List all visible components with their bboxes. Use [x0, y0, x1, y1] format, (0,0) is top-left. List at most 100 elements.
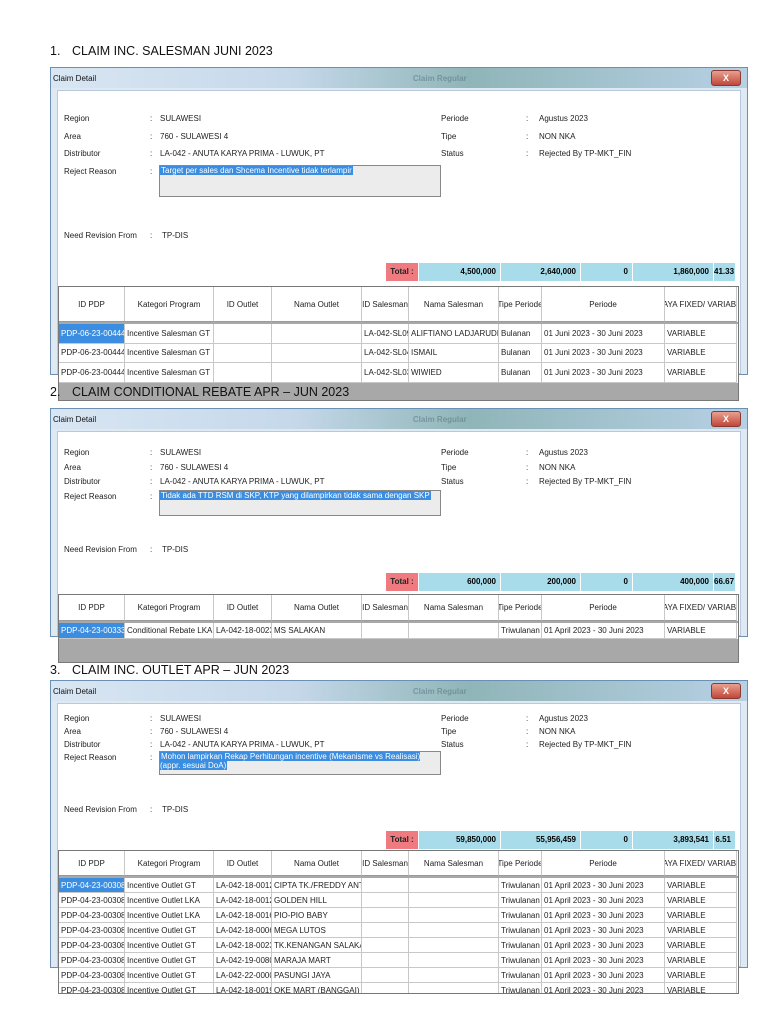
reject-reason-textarea[interactable]: Target per sales dan Shcema Incentive ti… — [159, 164, 441, 197]
column-header[interactable]: Periode — [542, 851, 665, 876]
total-value: 59,850,000 — [419, 831, 501, 849]
field-value: Rejected By TP-MKT_FIN — [539, 740, 632, 749]
section-heading: 3. CLAIM INC. OUTLET APR – JUN 2023 — [50, 663, 289, 677]
table-cell: Bulanan — [499, 363, 542, 383]
close-button[interactable]: X — [711, 683, 741, 699]
column-header[interactable]: Tipe Periode — [499, 851, 542, 876]
background-window-title: Claim Regular — [412, 74, 467, 83]
section-heading: 1. CLAIM INC. SALESMAN JUNI 2023 — [50, 44, 273, 58]
column-header[interactable]: ID Salesman — [362, 595, 409, 621]
table-row[interactable]: PDP-04-23-0030857Incentive Outlet GTLA-0… — [59, 953, 738, 968]
close-button[interactable]: X — [711, 411, 741, 427]
claim-detail-window: Claim Detail Claim Regular X Region: SULAWES… — [50, 408, 748, 663]
section-title: CLAIM INC. OUTLET APR – JUN 2023 — [72, 663, 290, 677]
table-cell: Incentive Outlet LKA — [125, 893, 214, 908]
table-cell — [362, 623, 409, 639]
colon: : — [526, 462, 529, 472]
table-row[interactable]: PDP-06-23-0044404Incentive Salesman GT LA… — [59, 343, 738, 363]
table-cell: 01 April 2023 - 30 Juni 2023 — [542, 623, 665, 639]
reject-reason-text: Target per sales dan Shcema Incentive ti… — [160, 165, 353, 175]
column-header[interactable]: ID Salesman — [362, 287, 409, 322]
table-row[interactable]: PDP-04-23-0033363Conditional Rebate LKAL… — [59, 623, 738, 639]
table-row[interactable]: PDP-06-23-0044402Incentive Salesman GT LA… — [59, 324, 738, 344]
total-value: 55,956,459 — [501, 831, 581, 849]
table-cell: Bulanan — [499, 343, 542, 363]
window-titlebar: Claim Detail Claim Regular X — [51, 681, 747, 701]
column-header[interactable]: ID Outlet — [214, 287, 272, 322]
reject-reason-textarea[interactable]: Tidak ada TTD RSM di SKP, KTP yang dilam… — [159, 489, 441, 516]
reject-reason-textarea[interactable]: Mohon lampirkan Rekap Perhitungan incent… — [159, 751, 441, 775]
column-header[interactable]: Tipe Periode — [499, 595, 542, 621]
table-cell: Triwulanan — [499, 878, 542, 893]
table-cell: PDP-06-23-0044404 — [59, 343, 125, 363]
column-header[interactable]: ID PDP — [59, 287, 125, 322]
table-row[interactable]: PDP-04-23-0030853Incentive Outlet LKALA-… — [59, 908, 738, 923]
total-value: 66.67 % — [714, 573, 736, 604]
column-header[interactable]: Tipe Periode — [499, 287, 542, 322]
table-cell: 01 April 2023 - 30 Juni 2023 — [542, 893, 665, 908]
total-value: 0 — [581, 263, 633, 281]
column-header[interactable]: Kategori Program — [125, 287, 214, 322]
need-revision-label: Need Revision From — [64, 805, 137, 814]
column-header[interactable]: Nama Outlet — [272, 287, 362, 322]
column-header[interactable]: Nama Salesman — [409, 595, 499, 621]
column-header[interactable]: BIAYA FIXED/ VARIABLE — [665, 287, 737, 322]
table-row[interactable]: PDP-04-23-0030849Incentive Outlet GTLA-0… — [59, 878, 738, 893]
reject-reason-text: Tidak ada TTD RSM di SKP, KTP yang dilam… — [160, 490, 431, 500]
table-cell: Incentive Salesman GT — [125, 363, 214, 383]
colon: : — [150, 727, 153, 736]
table-cell: 01 April 2023 - 30 Juni 2023 — [542, 908, 665, 923]
table-cell: VARIABLE — [665, 938, 737, 953]
column-header[interactable]: Nama Salesman — [409, 851, 499, 876]
table-row[interactable]: PDP-04-23-0030852Incentive Outlet LKALA-… — [59, 893, 738, 908]
claim-table: ID PDP Kategori Program ID Outlet Nama Outl… — [58, 594, 739, 663]
table-row[interactable]: PDP-04-23-0030854Incentive Outlet GTLA-0… — [59, 923, 738, 938]
table-cell: Incentive Outlet GT — [125, 923, 214, 938]
table-row[interactable]: PDP-04-23-0030858Incentive Outlet GTLA-0… — [59, 968, 738, 983]
table-row[interactable]: PDP-04-23-0030855Incentive Outlet GTLA-0… — [59, 938, 738, 953]
close-button[interactable]: X — [711, 70, 741, 86]
total-value: 41.33 % — [714, 263, 736, 294]
column-header[interactable]: BIAYA FIXED/ VARIABLE — [665, 595, 737, 621]
column-header[interactable]: ID PDP — [59, 595, 125, 621]
column-header[interactable]: ID Outlet — [214, 851, 272, 876]
table-cell: Incentive Salesman GT — [125, 343, 214, 363]
table-row[interactable]: PDP-04-23-0030860Incentive Outlet GTLA-0… — [59, 983, 738, 993]
document-page: 1. CLAIM INC. SALESMAN JUNI 2023 Claim Det… — [0, 0, 768, 1024]
table-cell: ISMAIL — [409, 343, 499, 363]
column-header[interactable]: ID Outlet — [214, 595, 272, 621]
field-label: Distributor — [64, 477, 101, 486]
column-header[interactable]: Nama Salesman — [409, 287, 499, 322]
table-cell: LA-042-18-00068 — [214, 923, 272, 938]
table-cell — [362, 968, 409, 983]
table-row[interactable]: PDP-06-23-0044405Incentive Salesman GT LA… — [59, 363, 738, 383]
table-cell — [409, 953, 499, 968]
table-cell — [409, 908, 499, 923]
column-header[interactable]: ID PDP — [59, 851, 125, 876]
column-header[interactable]: Nama Outlet — [272, 851, 362, 876]
table-cell: LA-042-18-00233 — [214, 623, 272, 639]
total-value: 1,860,000 — [633, 263, 714, 281]
section-number: 1. — [50, 44, 61, 58]
column-header[interactable]: ID Salesman — [362, 851, 409, 876]
column-header[interactable]: Periode — [542, 595, 665, 621]
table-cell: LA-042-18-00120 — [214, 893, 272, 908]
total-value: 3,893,541 — [633, 831, 714, 849]
column-header[interactable]: Kategori Program — [125, 595, 214, 621]
field-value: 760 - SULAWESI 4 — [160, 727, 229, 736]
colon: : — [150, 491, 153, 501]
table-cell: Incentive Outlet GT — [125, 938, 214, 953]
table-cell: PASUNGI JAYA — [272, 968, 362, 983]
table-cell: PDP-04-23-0030860 — [59, 983, 125, 993]
table-cell: PDP-04-23-0030849 — [59, 878, 125, 893]
column-header[interactable]: Periode — [542, 287, 665, 322]
table-cell: Incentive Outlet GT — [125, 983, 214, 993]
column-header[interactable]: BIAYA FIXED/ VARIABLE — [665, 851, 737, 876]
column-header[interactable]: Kategori Program — [125, 851, 214, 876]
table-cell: MARAJA MART — [272, 953, 362, 968]
table-header-row: ID PDP Kategori Program ID Outlet Nama Outl… — [59, 595, 738, 621]
table-cell: 01 April 2023 - 30 Juni 2023 — [542, 953, 665, 968]
column-header[interactable]: Nama Outlet — [272, 595, 362, 621]
field-value: SULAWESI — [160, 448, 202, 457]
table-cell: PDP-04-23-0030858 — [59, 968, 125, 983]
